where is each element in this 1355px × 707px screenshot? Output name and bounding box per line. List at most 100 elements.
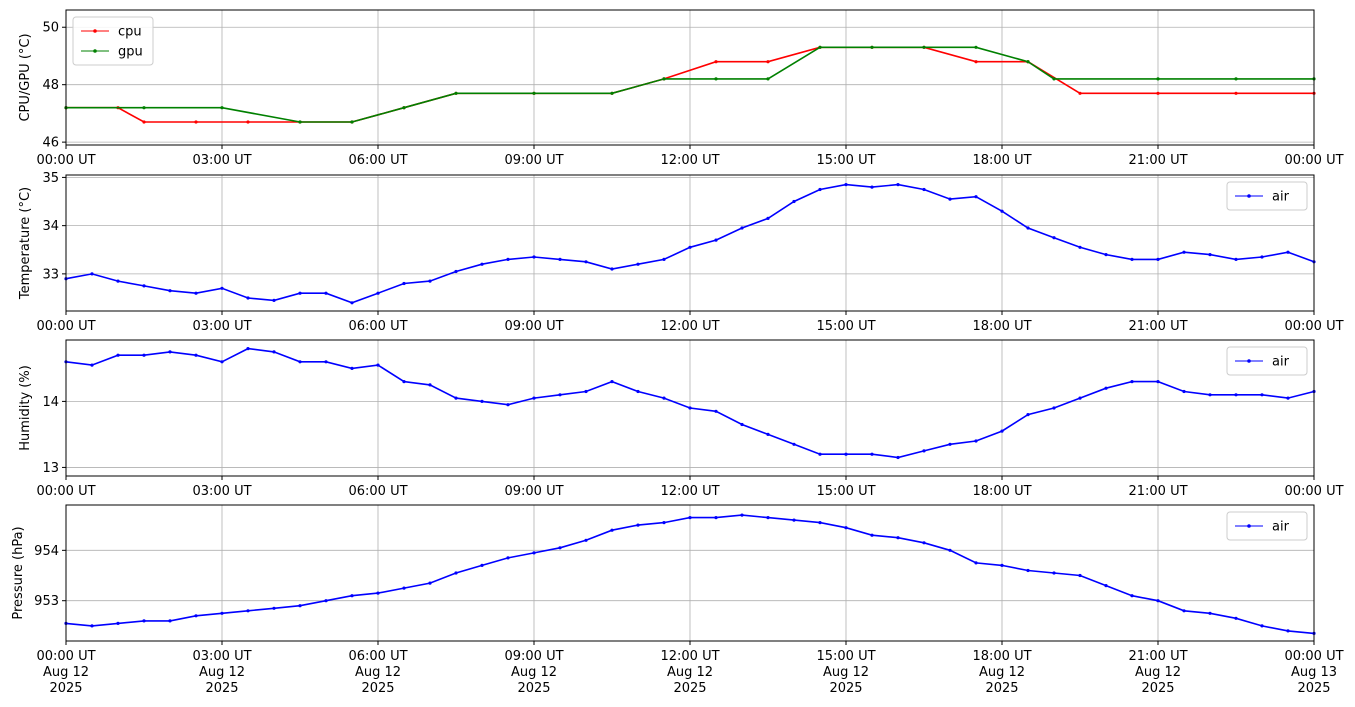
data-point-gpu	[766, 77, 770, 81]
data-point-air	[1104, 584, 1108, 588]
legend-label-gpu: gpu	[118, 45, 143, 60]
data-point-air	[1104, 386, 1108, 390]
data-point-gpu	[818, 45, 822, 49]
data-point-gpu	[1234, 77, 1238, 81]
data-point-air	[220, 360, 224, 364]
x-tick-label-line: 03:00 UT	[192, 484, 251, 499]
x-tick-label-line: 2025	[673, 681, 706, 696]
x-tick-label-line: Aug 12	[667, 665, 713, 680]
x-tick-label-line: 09:00 UT	[504, 153, 563, 168]
data-point-gpu	[350, 120, 354, 124]
data-point-air	[688, 406, 692, 410]
data-point-air	[324, 291, 328, 295]
data-point-air	[948, 548, 952, 552]
x-tick-label: 06:00 UT	[348, 319, 407, 334]
x-tick-label-line: 2025	[1297, 681, 1330, 696]
data-point-air	[194, 614, 198, 618]
chart-panel-1: 00:00 UT 03:00 UT 06:00 UT 09:00 UT 12:00 UT…	[18, 9, 1344, 168]
data-point-air	[298, 360, 302, 364]
legend-label-air: air	[1272, 520, 1290, 535]
data-point-air	[558, 393, 562, 397]
x-tick-label-line: 00:00 UT	[1284, 649, 1343, 664]
x-tick-label-line: Aug 12	[823, 665, 869, 680]
figure: 00:00 UT 03:00 UT 06:00 UT 09:00 UT 12:00 UT…	[11, 9, 1344, 696]
x-tick-label-line: 18:00 UT	[972, 649, 1031, 664]
data-point-air	[506, 403, 510, 407]
data-point-air	[740, 422, 744, 427]
x-tick-label: 18:00 UT	[972, 484, 1031, 499]
data-point-cpu	[1078, 91, 1082, 95]
x-tick-label-line: 06:00 UT	[348, 153, 407, 168]
y-axis-label: Humidity (%)	[18, 365, 33, 451]
data-point-air	[844, 452, 848, 456]
x-tick-label: 12:00 UT	[660, 319, 719, 334]
x-tick-label-line: 2025	[49, 681, 82, 696]
x-tick-label-line: 18:00 UT	[972, 319, 1031, 334]
y-axis-label: Temperature (°C)	[18, 187, 33, 300]
x-tick-label-line: 12:00 UT	[660, 484, 719, 499]
x-tick-label-line: 15:00 UT	[816, 649, 875, 664]
data-point-air	[142, 284, 146, 288]
x-tick-label: 03:00 UT	[192, 484, 251, 499]
data-point-air	[584, 260, 588, 264]
data-point-air	[272, 606, 276, 610]
data-point-gpu	[532, 91, 536, 95]
legend-marker-air	[1247, 359, 1251, 363]
legend: cpu gpu	[72, 16, 154, 66]
data-point-air	[584, 538, 588, 542]
x-tick-label-line: 09:00 UT	[504, 649, 563, 664]
x-tick-label: 03:00 UT	[192, 153, 251, 168]
x-tick-label: 00:00 UT	[36, 319, 95, 334]
x-tick-label: 06:00 UT Aug 12 2025	[348, 649, 407, 696]
x-tick-label: 18:00 UT	[972, 319, 1031, 334]
data-point-air	[714, 516, 718, 520]
data-point-air	[1208, 393, 1212, 397]
data-point-air	[844, 526, 848, 530]
data-point-air	[948, 197, 952, 201]
x-tick-label: 21:00 UT	[1128, 484, 1187, 499]
data-point-gpu	[402, 106, 406, 110]
x-tick-label: 03:00 UT	[192, 319, 251, 334]
data-point-air	[1286, 629, 1290, 633]
data-point-air	[1078, 245, 1082, 249]
data-point-air	[558, 546, 562, 550]
x-tick-label-line: 00:00 UT	[1284, 319, 1343, 334]
data-point-air	[1286, 396, 1290, 400]
data-point-air	[714, 238, 718, 242]
data-point-air	[922, 541, 926, 545]
data-point-air	[1260, 624, 1264, 628]
data-point-air	[324, 599, 328, 603]
data-point-air	[272, 350, 276, 354]
data-point-air	[792, 442, 796, 446]
data-point-air	[532, 396, 536, 400]
data-point-air	[844, 183, 848, 187]
data-point-air	[532, 255, 536, 259]
data-point-air	[1104, 253, 1108, 257]
x-tick-label-line: 18:00 UT	[972, 153, 1031, 168]
data-point-air	[610, 380, 614, 384]
data-point-gpu	[298, 120, 302, 124]
x-tick-label: 00:00 UT	[1284, 484, 1343, 499]
x-tick-label-line: 12:00 UT	[660, 319, 719, 334]
data-point-air	[1286, 250, 1290, 254]
data-point-air	[402, 586, 406, 590]
data-point-cpu	[766, 60, 770, 64]
data-point-air	[584, 389, 588, 394]
x-tick-label-line: 2025	[1141, 681, 1174, 696]
x-tick-label-line: 2025	[205, 681, 238, 696]
data-point-air	[272, 298, 276, 302]
data-point-air	[1234, 616, 1238, 620]
x-tick-label-line: 15:00 UT	[816, 153, 875, 168]
data-point-air	[896, 455, 900, 460]
data-point-air	[220, 611, 224, 615]
x-tick-label-line: 03:00 UT	[192, 153, 251, 168]
data-point-cpu	[1156, 91, 1160, 95]
data-point-air	[922, 449, 926, 453]
data-point-air	[896, 183, 900, 187]
data-point-air	[1026, 568, 1030, 573]
x-tick-label: 18:00 UT	[972, 153, 1031, 168]
x-tick-label: 12:00 UT	[660, 153, 719, 168]
x-tick-label: 09:00 UT	[504, 319, 563, 334]
x-tick-label: 06:00 UT	[348, 484, 407, 499]
data-point-air	[974, 561, 978, 565]
